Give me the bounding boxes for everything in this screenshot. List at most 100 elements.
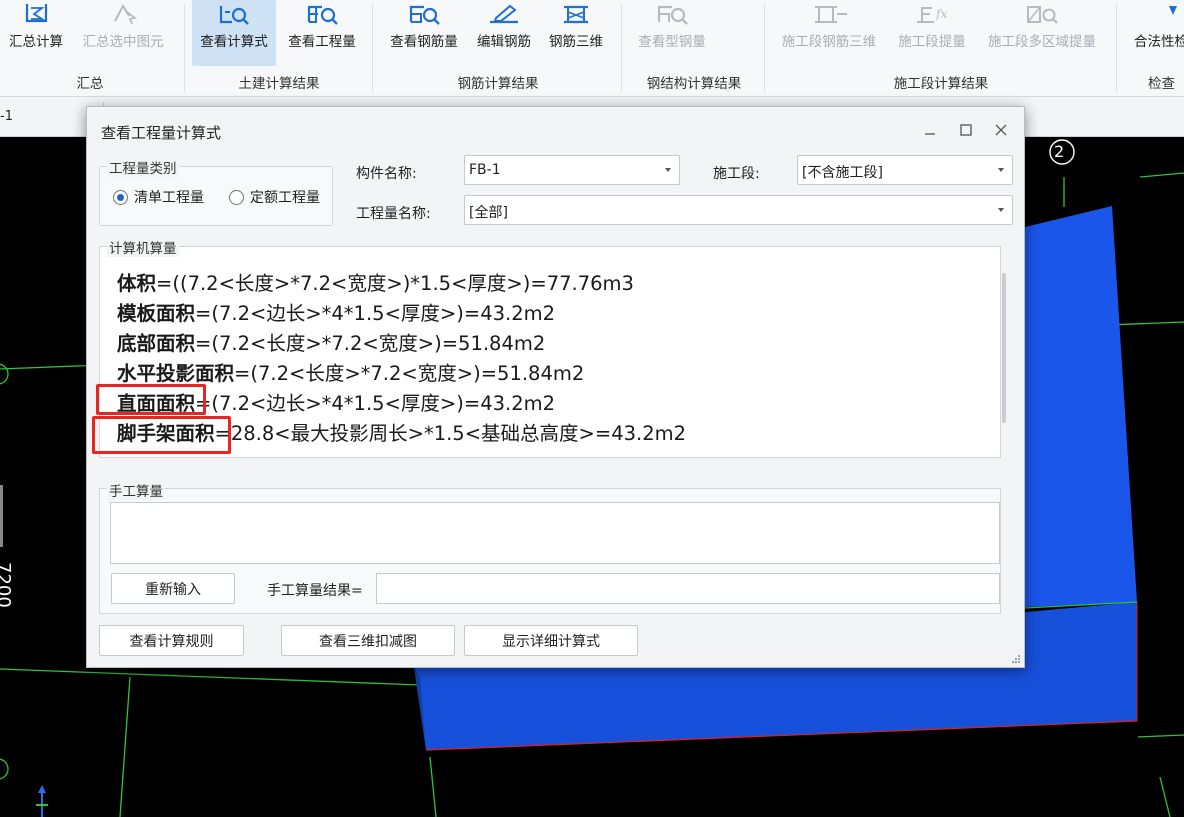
quantity-category-legend: 工程量类别 [107,157,179,177]
group-label-segment: 施工段计算结果 [893,76,989,92]
group-label-rebar: 钢筋计算结果 [457,76,539,92]
sum-calc-label: 汇总计算 [9,34,63,50]
floor-selector-value[interactable]: -1 [0,109,13,124]
edit-rebar-icon [486,0,522,26]
segment-multi-area-icon [1022,0,1062,26]
rebar-3d-label: 钢筋三维 [549,34,603,50]
component-name-value: FB-1 [469,162,501,178]
segment-quantity-button[interactable]: fx 施工段提量 [890,0,974,66]
view-formula-icon [216,0,252,26]
axis-bubble [0,758,9,780]
segment-rebar-3d-icon [809,0,849,26]
quantity-name-select[interactable]: [全部] [464,195,1013,225]
segment-multi-area-button[interactable]: 施工段多区域提量 [978,0,1106,66]
maximize-icon [960,124,972,136]
view-rebar-icon [406,0,442,26]
group-label-sum: 汇总 [76,76,104,92]
resize-grip-icon[interactable] [1011,654,1021,664]
group-separator [764,4,765,92]
radio-bill-label: 清单工程量 [134,190,204,206]
axis-indicator-icon [36,785,48,817]
group-separator [372,4,373,92]
formula-line: 水平投影面积=(7.2<长度>*7.2<宽度>)=51.84m2 [117,362,585,385]
validity-check-icon [1143,0,1179,26]
maximize-button[interactable] [955,119,977,141]
segment-select[interactable]: [不含施工段] [797,155,1013,185]
manual-calc-legend: 手工算量 [107,480,165,500]
sum-selected-icon [105,0,141,26]
quantity-formula-dialog: 查看工程量计算式 工程量类别 清单工程量 定额工程量 构件名称: FB-1 施工… [86,106,1025,668]
manual-result-input[interactable] [376,573,1000,604]
chevron-down-icon [665,168,671,172]
chevron-down-icon [998,168,1004,172]
segment-quantity-icon: fx [912,0,952,26]
close-button[interactable] [990,119,1012,141]
side-handle[interactable] [0,485,3,547]
rebar-3d-icon [558,0,594,26]
view-quantity-icon [304,0,340,26]
highlight-box [96,384,206,415]
minimize-button[interactable] [919,119,941,141]
group-label-check: 检查 [1148,76,1175,92]
rebar-3d-button[interactable]: 钢筋三维 [542,0,610,66]
radio-unchecked-icon [229,189,244,205]
component-name-label: 构件名称: [356,166,417,182]
ribbon-toolbar: 汇总计算 汇总选中图元 汇总 查看计算式 查看工程量 土建计算结果 查看钢筋量 … [0,0,1184,97]
show-detail-button[interactable]: 显示详细计算式 [464,625,638,656]
view-rebar-button[interactable]: 查看钢筋量 [382,0,466,66]
formula-line: 底部面积=(7.2<长度>*7.2<宽度>)=51.84m2 [117,332,546,355]
vertical-scrollbar[interactable] [1002,273,1006,423]
view-steel-button[interactable]: 查看型钢量 [630,0,714,66]
edit-rebar-button[interactable]: 编辑钢筋 [470,0,538,66]
axis-marker-label: 2 [1054,142,1065,161]
sum-selected-button[interactable]: 汇总选中图元 [75,0,171,66]
manual-calc-input[interactable] [110,502,1000,564]
edit-rebar-label: 编辑钢筋 [477,34,531,50]
view-steel-label: 查看型钢量 [638,34,706,50]
segment-rebar-3d-label: 施工段钢筋三维 [781,34,877,50]
group-separator [184,4,185,92]
sum-calc-button[interactable]: 汇总计算 [3,0,69,66]
quantity-name-label: 工程量名称: [356,206,431,222]
view-quantity-button[interactable]: 查看工程量 [280,0,364,66]
component-name-select[interactable]: FB-1 [464,155,680,185]
segment-label: 施工段: [713,166,760,182]
dimension-label: 7200 [0,562,14,608]
computer-calc-area[interactable]: 体积=((7.2<长度>*7.2<宽度>)*1.5<厚度>)=77.76m3 模… [99,246,1006,458]
segment-quantity-label: 施工段提量 [898,34,966,50]
radio-quota-label: 定额工程量 [250,190,320,206]
segment-value: [不含施工段] [802,165,883,181]
group-label-steel: 钢结构计算结果 [646,76,742,92]
view-formula-label: 查看计算式 [200,34,268,50]
group-label-civil: 土建计算结果 [238,76,320,92]
highlight-box [92,416,231,454]
view-quantity-label: 查看工程量 [288,34,356,50]
radio-checked-icon [113,189,128,205]
axis-bubble [0,363,9,385]
view-steel-icon [654,0,690,26]
validity-check-button[interactable]: 合法性检 [1126,0,1184,66]
radio-bill-quantity[interactable]: 清单工程量 [113,187,204,207]
formula-line: 模板面积=(7.2<边长>*4*1.5<厚度>)=43.2m2 [117,302,556,325]
close-icon [995,124,1007,136]
formula-line: 体积=((7.2<长度>*7.2<宽度>)*1.5<厚度>)=77.76m3 [117,272,634,295]
segment-rebar-3d-button[interactable]: 施工段钢筋三维 [772,0,886,66]
svg-text:fx: fx [935,7,947,21]
view-3d-deduct-button[interactable]: 查看三维扣减图 [281,625,455,656]
segment-multi-area-label: 施工段多区域提量 [988,34,1096,50]
view-formula-button[interactable]: 查看计算式 [192,0,276,66]
validity-check-label: 合法性检 [1134,34,1184,50]
radio-quota-quantity[interactable]: 定额工程量 [229,187,320,207]
sum-selected-label: 汇总选中图元 [82,34,164,50]
quantity-name-value: [全部] [469,205,508,221]
chevron-down-icon [998,208,1004,212]
dialog-title: 查看工程量计算式 [101,124,222,142]
group-separator [1116,4,1117,92]
reenter-button[interactable]: 重新输入 [111,573,235,604]
group-separator [621,4,622,92]
manual-result-label: 手工算量结果= [267,583,363,599]
view-rebar-label: 查看钢筋量 [390,34,458,50]
view-rules-button[interactable]: 查看计算规则 [99,625,244,656]
sum-calc-icon [18,0,54,26]
minimize-icon [925,133,935,135]
